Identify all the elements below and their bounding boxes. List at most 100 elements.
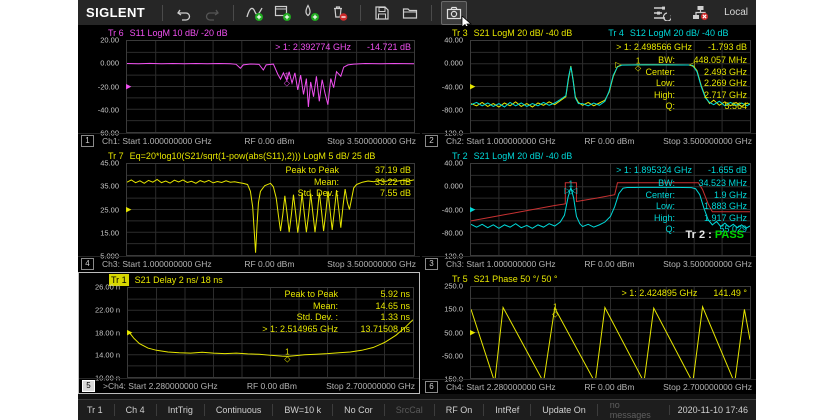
y-axis-tick-label: 35.00 <box>100 182 119 191</box>
y-axis-tick-label: 26.00 n <box>95 283 120 292</box>
stats-readout-block: Peak to Peak37.19 dBMean:33.22 dBStd. De… <box>285 165 411 200</box>
stat-value: 13.71508 ns <box>338 324 410 336</box>
toolbar-separator <box>431 5 432 21</box>
plot-area[interactable]: ▶ Peak to Peak37.19 dBMean:33.22 dBStd. D… <box>126 163 415 256</box>
delete-trace-button[interactable] <box>327 2 351 24</box>
stats-readout-block: Peak to Peak5.92 nsMean:14.65 nsStd. Dev… <box>262 289 410 335</box>
status-item-srccal[interactable]: SrcCal <box>387 405 432 415</box>
stat-value: 2.493 GHz <box>675 67 747 79</box>
trace-format-label: S21 Phase 50 °/ 50 ° <box>474 273 558 285</box>
window-1-s11-panel[interactable]: Tr 6S11 LogM 10 dB/ -20 dB20.000.000-20.… <box>78 26 420 148</box>
reference-level-marker[interactable]: ▶ <box>126 83 131 90</box>
window-5-delay-panel[interactable]: Tr 1S21 Delay 2 ns/ 18 ns26.00 n22.00 n1… <box>78 272 420 394</box>
y-axis-tick-label: 150.0 <box>444 305 463 314</box>
stat-value: 1.33 ns <box>338 312 410 324</box>
y-axis-tick-label: -40.00 <box>442 82 463 91</box>
status-item-inttrig[interactable]: IntTrig <box>159 405 202 415</box>
stat-label: Low: <box>656 78 675 90</box>
status-bar: Tr 1 Ch 4 IntTrig Continuous BW=10 k No Cor Sr… <box>78 399 756 420</box>
window-6-phase-panel[interactable]: Tr 5S21 Phase 50 °/ 50 °250.0150.050.00-… <box>422 272 756 394</box>
reference-level-marker[interactable]: ▶ <box>470 329 475 336</box>
status-item-rf-on[interactable]: RF On <box>437 405 482 415</box>
channel-stop-label: Stop 3.500000000 GHz <box>327 135 416 148</box>
trace-marker[interactable]: 1◇ <box>552 304 558 319</box>
stat-value: 33.22 dB <box>339 177 411 189</box>
marker-readout: > 1: 1.895324 GHz-1.655 dB <box>616 165 747 175</box>
toolbar-separator <box>233 5 234 21</box>
y-axis-tick-label: 14.00 n <box>95 351 120 360</box>
marker-readout-value: -1.655 dB <box>708 165 747 175</box>
window-number-box[interactable]: 5 <box>82 380 95 392</box>
plot-area[interactable]: ▶1◇▷◁> 1: 1.895324 GHz-1.655 dBBW:34.523… <box>470 163 751 256</box>
stat-value: 2.269 GHz <box>675 78 747 90</box>
window-2-s21-s12-panel[interactable]: Tr 3S21 LogM 20 dB/ -40 dBTr 4S12 LogM 2… <box>422 26 756 148</box>
trace-marker[interactable]: 1◇ <box>284 73 290 88</box>
trace-label[interactable]: Tr 4 <box>608 27 624 39</box>
rf-power-label: RF 0.00 dBm <box>584 381 634 394</box>
stat-value: 5.564 <box>675 101 747 113</box>
y-axis-labels: 40.000.000-40.00-80.00-120.0 <box>422 40 467 133</box>
y-axis-tick-label: 25.00 <box>100 205 119 214</box>
channel-strip: 6Ch4: Start 2.280000000 GHzRF 0.00 dBmSt… <box>422 379 756 394</box>
y-axis-tick-label: -80.00 <box>442 228 463 237</box>
undo-button[interactable] <box>172 2 196 24</box>
status-item-continuous[interactable]: Continuous <box>207 405 271 415</box>
y-axis-tick-label: 40.00 <box>444 159 463 168</box>
y-axis-tick-label: 250.0 <box>444 282 463 291</box>
add-marker-button[interactable] <box>299 2 323 24</box>
marker-diamond-icon[interactable]: ◇ <box>284 79 290 88</box>
window-number-box[interactable]: 6 <box>425 381 438 393</box>
marker-readout-freq: > 1: 2.392774 GHz <box>275 42 351 52</box>
status-separator <box>156 404 157 416</box>
y-axis-tick-label: 50.00 <box>444 328 463 337</box>
window-3-limit-test-panel[interactable]: Tr 2S21 LogM 20 dB/ -40 dB40.000.000-40.… <box>422 149 756 271</box>
plot-area[interactable]: ▶ 1◇ Peak to Peak5.92 nsMean:14.65 nsStd. … <box>127 287 414 378</box>
reference-level-marker[interactable]: ▶ <box>470 83 475 90</box>
reference-level-marker[interactable]: ▶ <box>127 329 132 336</box>
plot-area[interactable]: ▶1◇> 1: 2.392774 GHz-14.721 dB <box>126 40 415 133</box>
status-item-bw-10-k[interactable]: BW=10 k <box>275 405 330 415</box>
y-axis-tick-label: 45.00 <box>100 159 119 168</box>
window-number-box[interactable]: 2 <box>425 135 438 147</box>
local-mode-label[interactable]: Local <box>724 7 748 18</box>
redo-button[interactable] <box>200 2 224 24</box>
marker-diamond-icon[interactable]: ◇ <box>552 310 558 319</box>
status-separator <box>332 404 333 416</box>
plot-area[interactable]: ▶1◇> 1: 2.424895 GHz141.49 ° <box>470 286 751 379</box>
y-axis-tick-label: 0.000 <box>100 59 119 68</box>
recall-folder-icon <box>402 5 418 21</box>
reference-level-marker[interactable]: ▶ <box>126 206 131 213</box>
lan-icon <box>692 5 709 21</box>
trace-marker[interactable]: 1◇ <box>284 349 290 364</box>
lan-status-button[interactable] <box>688 2 712 24</box>
save-button[interactable] <box>370 2 394 24</box>
trace-marker[interactable]: 1◇ <box>635 57 641 72</box>
stats-readout-block: BW:34.523 MHzCenter:1.9 GHzLow:1.883 GHz… <box>645 178 747 236</box>
window-number-box[interactable]: 3 <box>425 258 438 270</box>
recall-button[interactable] <box>398 2 422 24</box>
status-item-tr-1[interactable]: Tr 1 <box>78 405 112 415</box>
plot-area[interactable]: ▶1◇▷◁> 1: 2.498566 GHz-1.793 dBBW:448.05… <box>470 40 751 133</box>
reference-level-marker[interactable]: ▶ <box>470 206 475 213</box>
screenshot-button[interactable] <box>441 1 467 25</box>
y-axis-tick-label: 22.00 n <box>95 305 120 314</box>
stat-value: 1.883 GHz <box>675 201 747 213</box>
y-axis-labels: 20.000.000-20.00-40.00-60.00 <box>78 40 123 133</box>
status-item-intref[interactable]: IntRef <box>486 405 528 415</box>
status-item-no-cor[interactable]: No Cor <box>335 405 382 415</box>
rf-power-label: RF 0.00 dBm <box>584 258 634 271</box>
window-4-equation-panel[interactable]: Tr 7Eq=20*log10(S21/sqrt(1-pow(abs(S11),… <box>78 149 420 271</box>
status-item-ch-4[interactable]: Ch 4 <box>117 405 154 415</box>
stat-value: 5.92 ns <box>338 289 410 301</box>
marker-diamond-icon[interactable]: ◇ <box>635 63 641 72</box>
stat-value: 34.523 MHz <box>675 178 747 190</box>
window-number-box[interactable]: 4 <box>81 258 94 270</box>
add-trace-button[interactable] <box>243 2 267 24</box>
rf-power-label: RF 0.00 dBm <box>584 135 634 148</box>
window-number-box[interactable]: 1 <box>81 135 94 147</box>
marker-diamond-icon[interactable]: ◇ <box>284 355 290 364</box>
status-item-update-on[interactable]: Update On <box>533 405 595 415</box>
add-window-button[interactable] <box>271 2 295 24</box>
system-setup-button[interactable] <box>650 2 674 24</box>
undo-icon <box>176 5 192 21</box>
